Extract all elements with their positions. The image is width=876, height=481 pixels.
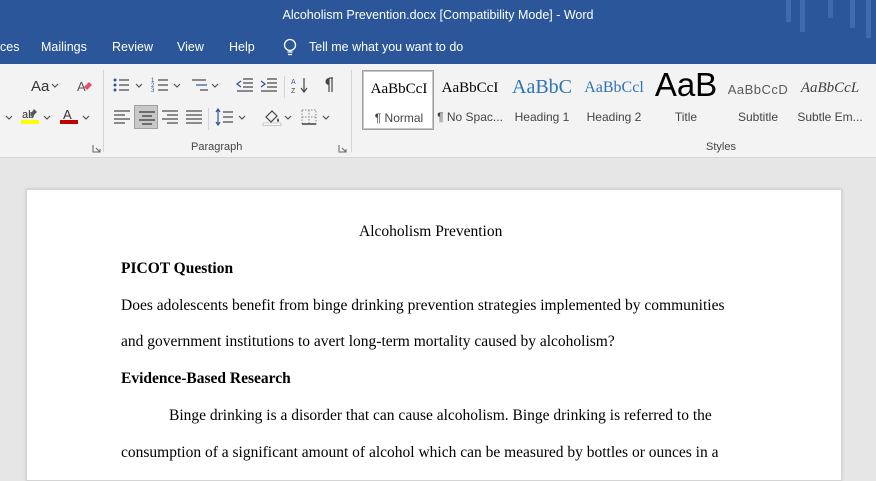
heading-evidence-based-research: Evidence-Based Research [121,370,291,387]
paragraph-group-label: Paragraph [191,141,243,153]
chevron-down-icon[interactable] [134,79,144,91]
lightbulb-icon[interactable] [281,38,299,58]
chevron-down-icon[interactable] [172,79,182,91]
chevron-down-icon[interactable] [237,111,247,123]
chevron-down-icon[interactable] [42,111,52,123]
font-dialog-launcher-icon[interactable] [92,144,101,153]
group-separator [103,70,104,152]
window-title: Alcoholism Prevention.docx [Compatibilit… [282,8,594,22]
style-preview: AaBbCcI [441,80,499,96]
style-name: Title [674,110,698,124]
shading-icon[interactable] [262,108,282,126]
inner-separator [208,108,209,130]
tell-me-search[interactable]: Tell me what you want to do [309,40,463,54]
highlight-icon[interactable]: ab [20,107,40,125]
svg-text:A: A [63,107,72,122]
decrease-indent-icon[interactable] [235,76,255,94]
line-spacing-icon[interactable] [215,108,235,126]
svg-text:3: 3 [151,88,155,94]
document-title: Alcoholism Prevention [359,223,503,240]
style-preview: AaBbCcD [727,82,789,97]
heading-picot-question: PICOT Question [121,260,234,277]
style-preview: AaBbCcl [584,79,644,96]
align-left-icon[interactable] [112,108,132,126]
style-name: ¶ Normal [374,111,424,125]
tab-review[interactable]: Review [112,40,153,54]
style-normal[interactable]: AaBbCcI ¶ Normal [362,70,434,130]
style-preview: AaBbCcL [800,80,860,96]
align-right-icon[interactable] [160,108,180,126]
chevron-down-icon[interactable] [283,111,293,123]
style-name: Subtle Em... [797,110,863,124]
align-center-button[interactable] [134,105,158,129]
style-title[interactable]: AaB Title [650,70,722,130]
font-color-icon[interactable]: A [59,107,79,125]
style-heading-2[interactable]: AaBbCcl Heading 2 [578,70,650,130]
justify-icon[interactable] [184,108,204,126]
align-center-icon [139,111,155,125]
group-separator [351,70,352,152]
paragraph-line: consumption of a significant amount of a… [121,444,719,461]
style-name: Heading 2 [586,110,642,124]
bullets-icon[interactable] [112,76,132,94]
numbering-icon[interactable]: 1 2 3 [151,76,171,94]
chevron-down-icon[interactable] [210,79,220,91]
title-bar: Alcoholism Prevention.docx [Compatibilit… [0,0,876,64]
tab-help[interactable]: Help [229,40,255,54]
styles-group-label: Styles [706,141,736,153]
style-name: ¶ No Spac... [437,110,503,124]
chevron-down-icon[interactable] [81,111,91,123]
change-case-button[interactable]: Aa [31,78,49,95]
paragraph-dialog-launcher-icon[interactable] [338,144,347,153]
chevron-down-icon[interactable] [50,79,60,91]
paragraph-line: Does adolescents benefit from binge drin… [121,297,725,314]
styles-gallery: AaBbCcI ¶ Normal AaBbCcI ¶ No Spac... Aa… [360,70,876,130]
borders-icon[interactable] [299,108,319,126]
style-subtle-emphasis[interactable]: AaBbCcL Subtle Em... [794,70,866,130]
tab-mailings[interactable]: Mailings [41,40,87,54]
clear-formatting-icon[interactable]: A [74,77,94,95]
chevron-down-icon[interactable] [321,111,331,123]
increase-indent-icon[interactable] [259,76,279,94]
style-preview: AaBbCcI [370,81,428,97]
style-no-spacing[interactable]: AaBbCcI ¶ No Spac... [434,70,506,130]
style-name: Subtitle [737,110,779,124]
svg-text:Z: Z [291,88,296,94]
show-marks-icon[interactable] [320,76,340,94]
inner-separator [284,76,285,98]
svg-text:A: A [291,79,296,86]
tab-references[interactable]: ces [0,40,19,54]
style-preview: AaB [654,70,718,103]
tab-view[interactable]: View [177,40,204,54]
sort-icon[interactable]: A Z [291,76,311,94]
paragraph-line: and government institutions to avert lon… [121,333,615,350]
style-heading-1[interactable]: AaBbC Heading 1 [506,70,578,130]
ribbon: Aa A ab A 1 2 3 A Z Paragraph AaBbCcI ¶ … [0,64,876,158]
style-preview: AaBbC [512,76,572,98]
chevron-down-icon[interactable] [4,111,14,123]
style-subtitle[interactable]: AaBbCcD Subtitle [722,70,794,130]
style-name: Heading 1 [514,110,570,124]
multilevel-list-icon[interactable] [190,76,210,94]
paragraph-line: Binge drinking is a disorder that can ca… [169,407,712,424]
